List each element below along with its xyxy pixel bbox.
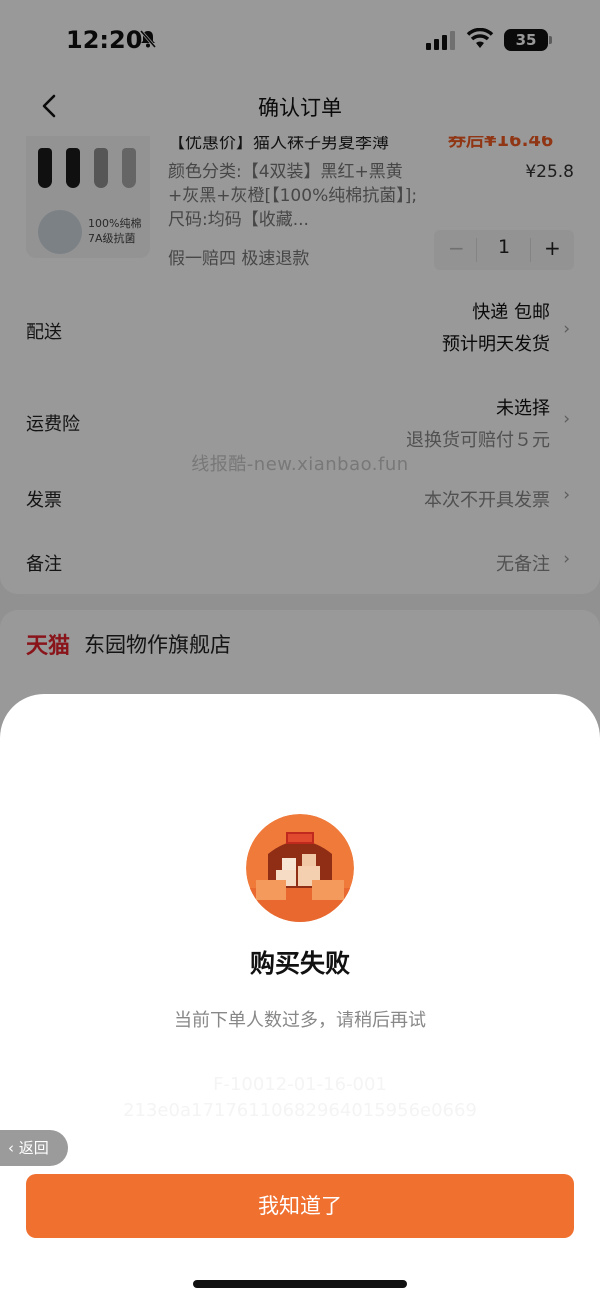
acknowledge-button[interactable]: 我知道了 xyxy=(26,1174,574,1238)
chevron-left-icon: ‹ xyxy=(8,1139,14,1157)
store-shelf-icon xyxy=(246,814,354,922)
dialog-message: 当前下单人数过多，请稍后再试 xyxy=(174,1010,426,1031)
home-indicator[interactable] xyxy=(193,1280,407,1288)
back-pill-button[interactable]: ‹ 返回 xyxy=(0,1130,68,1166)
error-code: F-10012-01-16-001 xyxy=(213,1074,387,1095)
purchase-failed-sheet: 购买失败 当前下单人数过多，请稍后再试 F-10012-01-16-001 21… xyxy=(0,694,600,1300)
back-pill-label: 返回 xyxy=(18,1139,49,1157)
dialog-title: 购买失败 xyxy=(249,949,350,978)
trace-id: 213e0a17176110682964015956e0669 xyxy=(123,1100,477,1121)
